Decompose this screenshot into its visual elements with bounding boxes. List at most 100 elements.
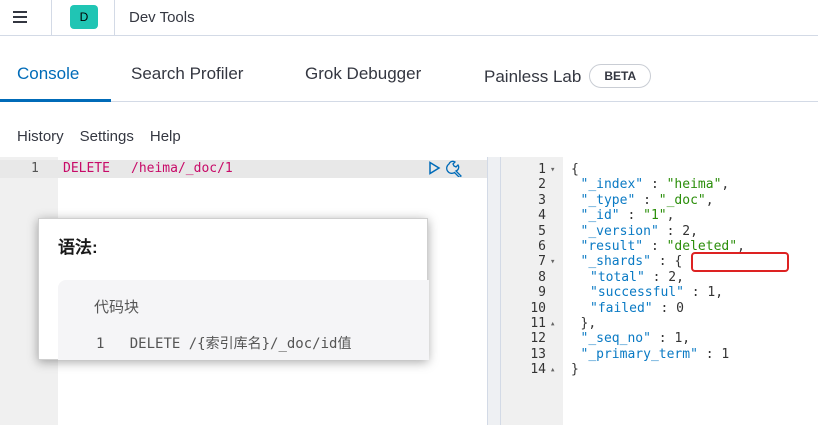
json-entry: "_primary_term" : 1 [581,347,730,363]
json-value: 0 [676,300,684,316]
json-separator: : [643,177,667,193]
json-value: 2 [682,223,691,239]
header-divider [51,0,52,36]
json-key: "total" [590,269,645,285]
line-number: 13 [530,346,546,362]
json-tail: , [666,208,675,224]
console-subnav: History Settings Help [17,128,197,145]
json-separator: : [650,331,675,347]
json-separator: : [635,192,659,208]
line-number: 1 [31,161,39,176]
json-brace: } [571,362,579,378]
settings-link[interactable]: Settings [80,128,134,145]
wrench-icon[interactable] [446,160,466,177]
line-number: 9 [538,285,546,301]
app-title: Dev Tools [129,9,195,26]
json-value: 2 [668,269,677,285]
line-number: 14 [530,362,546,378]
request-method: DELETE [63,161,110,176]
json-value: 1 [721,346,730,362]
json-key: "_shards" [580,254,651,270]
line-number: 2 [538,177,546,193]
json-tail: , [676,269,684,285]
json-entry: "_id" : "1", [581,208,675,224]
fold-toggle-icon[interactable]: ▴ [550,316,555,332]
line-number: 11 [530,316,546,331]
json-tail: , [705,192,714,208]
json-entry: "total" : 2, [590,270,684,286]
line-number: 5 [538,223,546,239]
json-key: "_type" [580,192,636,208]
line-number: 3 [538,192,546,208]
line-number: 7 [538,254,546,270]
line-number: 4 [538,208,546,224]
syntax-note-card: 语法: 代码块 1 DELETE /{索引库名}/_doc/id值 [38,218,429,360]
json-tail: , [721,177,730,193]
fold-toggle-icon[interactable]: ▾ [550,254,555,270]
code-line-text: DELETE /{索引库名}/_doc/id值 [129,336,352,352]
line-number: 12 [530,331,546,347]
dev-tools-tabs: Console Search Profiler Grok Debugger Pa… [0,50,818,102]
tab-console[interactable]: Console [17,64,79,84]
json-separator: : [619,208,644,224]
json-key: "failed" [590,300,653,316]
json-separator: : [644,269,669,285]
history-link[interactable]: History [17,128,64,145]
json-separator: : [697,346,722,362]
json-separator: : [652,300,677,316]
fold-toggle-icon[interactable]: ▴ [550,362,555,378]
json-separator: : [683,285,708,301]
json-entry: "successful" : 1, [590,285,723,301]
line-number: 1 [538,162,546,177]
line-number: 10 [530,300,546,316]
json-entry: "failed" : 0 [590,301,684,317]
fold-toggle-icon[interactable]: ▾ [550,162,555,178]
json-separator: : [643,239,667,254]
response-viewer: 1 ▾ {2 "_index" : "heima", 3 "_type" : "_doc"… [501,157,818,425]
code-block: 代码块 1 DELETE /{索引库名}/_doc/id值 [58,280,429,360]
beta-badge: BETA [589,64,652,88]
top-header: D Dev Tools [0,0,818,36]
header-divider [114,0,115,36]
request-path: /heima/_doc/1 [131,161,233,176]
json-key: "result" [580,239,644,254]
result-highlight-box [691,252,789,272]
json-tail: , [682,331,691,347]
tab-grok-debugger[interactable]: Grok Debugger [305,64,421,84]
line-number: 6 [538,239,546,254]
code-line-number: 1 [96,336,105,352]
json-key: "_index" [580,177,644,193]
json-value: "heima" [666,177,722,193]
tab-painless-lab[interactable]: Painless Lab BETA [484,64,652,88]
json-key: "_version" [580,223,659,239]
json-entry: "_index" : "heima", [581,177,730,193]
json-value: "_doc" [658,192,706,208]
help-link[interactable]: Help [150,128,181,145]
line-number: 8 [538,269,546,285]
json-entry: "_type" : "_doc", [581,193,714,209]
code-block-line: 1 DELETE /{索引库名}/_doc/id值 [96,333,351,353]
json-key: "successful" [590,285,684,301]
pane-resizer[interactable] [487,157,501,425]
code-block-label: 代码块 [94,299,140,316]
json-separator: : [650,254,675,270]
json-key: "_id" [580,208,620,224]
json-value: "1" [643,208,667,224]
json-tail: , [690,223,698,239]
json-key: "_seq_no" [580,331,651,347]
json-separator: : [658,223,683,239]
tab-search-profiler[interactable]: Search Profiler [131,64,243,84]
hamburger-menu-icon[interactable] [9,6,33,28]
json-entry: "_version" : 2, [581,224,698,240]
syntax-title: 语法: [58,238,98,257]
json-brace: }, [580,316,597,331]
json-key: "_primary_term" [580,346,698,362]
json-tail: , [715,285,724,301]
tab-painless-lab-label: Painless Lab [484,67,582,86]
json-brace: { [571,162,579,177]
play-icon[interactable] [428,161,441,175]
space-avatar[interactable]: D [70,5,98,29]
json-entry: "_seq_no" : 1, [581,331,691,347]
json-value: { [674,254,683,270]
active-tab-indicator [0,99,111,102]
